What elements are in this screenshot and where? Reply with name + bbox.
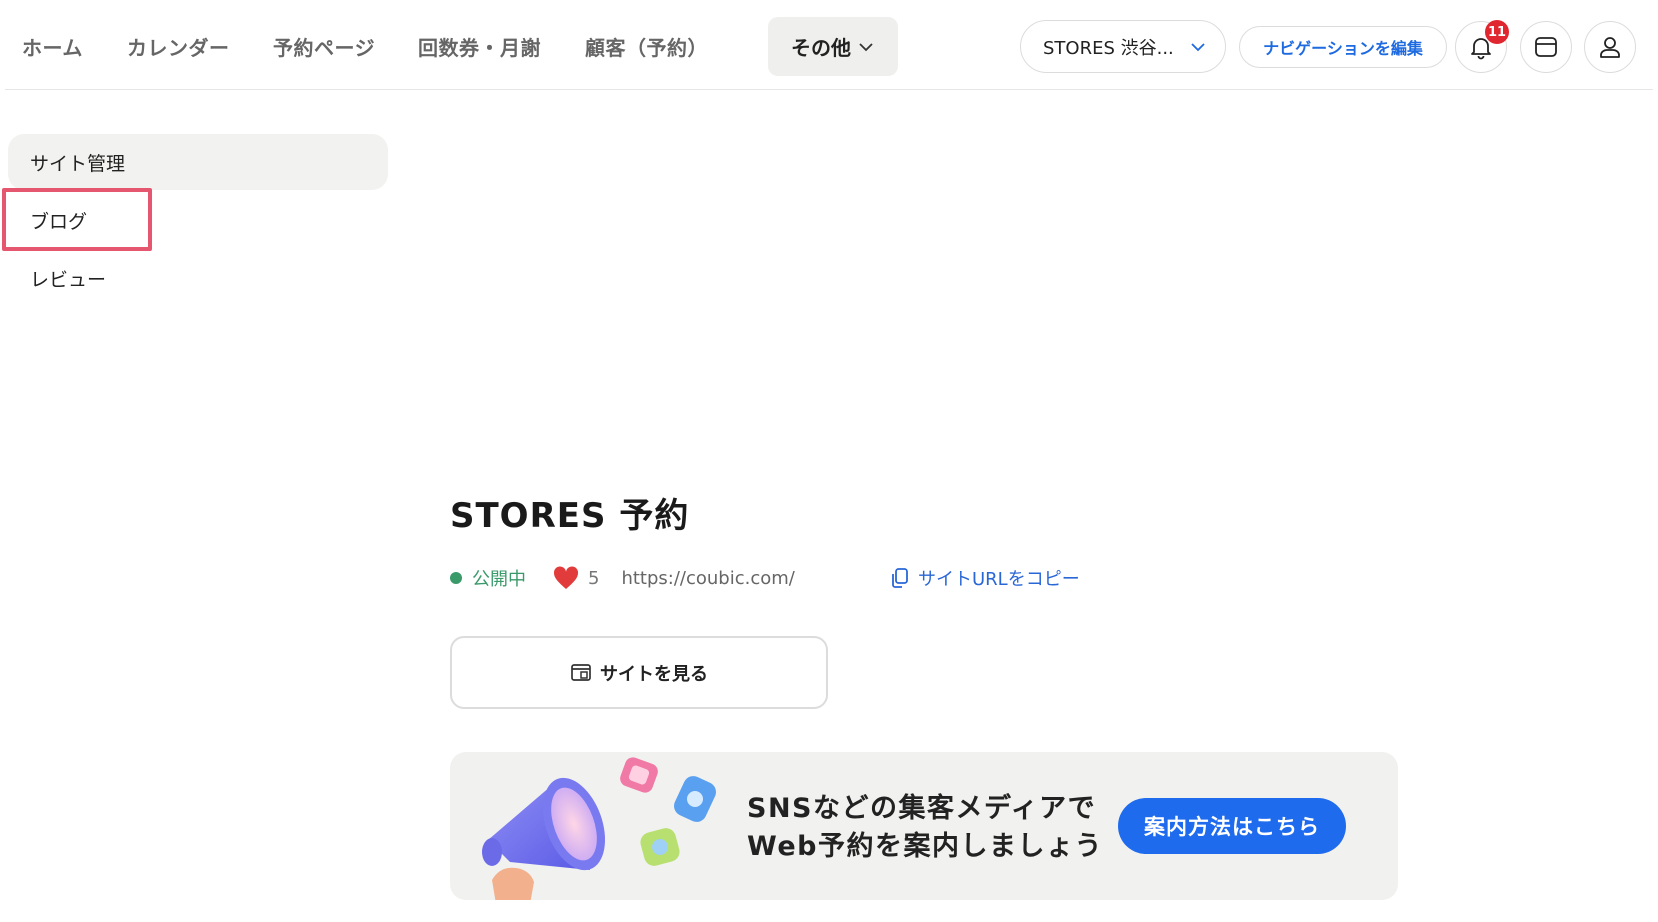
top-navigation: ホーム カレンダー 予約ページ 回数券・月謝 顧客（予約） その他 STORES…: [5, 0, 1653, 90]
sidebar-item-blog[interactable]: ブログ: [8, 192, 388, 248]
edit-navigation-button[interactable]: ナビゲーションを編集: [1239, 26, 1447, 68]
copy-site-url-button[interactable]: サイトURLをコピー: [890, 563, 1080, 593]
nav-item-tickets[interactable]: 回数券・月謝: [418, 32, 541, 61]
notifications-button[interactable]: 11: [1455, 20, 1509, 73]
like-count: 5: [588, 567, 600, 589]
banner-line-1: SNSなどの集客メディアで: [747, 793, 1097, 824]
sidebar-item-label: ブログ: [30, 210, 88, 233]
status-dot-icon: [450, 572, 462, 584]
nav-item-calendar[interactable]: カレンダー: [127, 32, 230, 61]
banner-line-2: Web予約を案内しましょう: [747, 831, 1103, 862]
user-icon: [1600, 37, 1620, 58]
site-url: https://coubic.com/: [621, 567, 795, 589]
sidebar-item-label: サイト管理: [30, 152, 126, 175]
view-site-label: サイトを見る: [600, 663, 708, 685]
browser-window-icon: [1535, 37, 1557, 57]
sidebar-item-reviews[interactable]: レビュー: [8, 250, 388, 306]
copy-site-url-label: サイトURLをコピー: [918, 569, 1080, 590]
account-button[interactable]: [1584, 21, 1636, 73]
nav-more-dropdown[interactable]: その他: [768, 17, 898, 76]
nav-more-label: その他: [791, 36, 851, 60]
sidebar-item-label: レビュー: [30, 268, 107, 291]
site-title: STORES 予約: [450, 496, 690, 536]
nav-item-reservation-page[interactable]: 予約ページ: [273, 32, 375, 61]
heart-icon: [553, 566, 579, 589]
site-window-icon: [571, 663, 591, 681]
banner-cta-button[interactable]: 案内方法はこちら: [1118, 798, 1346, 854]
nav-item-home[interactable]: ホーム: [22, 32, 83, 61]
chevron-down-icon: [1191, 42, 1205, 51]
storefront-button[interactable]: [1520, 21, 1572, 73]
store-selector[interactable]: STORES 渋谷...: [1020, 20, 1226, 73]
chevron-down-icon: [859, 42, 873, 51]
store-name: STORES 渋谷...: [1043, 37, 1174, 59]
promo-banner: SNSなどの集客メディアで Web予約を案内しましょう 案内方法はこちら: [450, 752, 1398, 900]
banner-message: SNSなどの集客メディアで Web予約を案内しましょう: [747, 790, 1103, 866]
notification-badge: 11: [1485, 20, 1509, 44]
nav-item-customers[interactable]: 顧客（予約）: [585, 32, 708, 61]
view-site-button[interactable]: サイトを見る: [450, 636, 828, 709]
sidebar-item-site-management[interactable]: サイト管理: [8, 134, 388, 190]
megaphone-illustration: [482, 757, 716, 900]
copy-icon: [892, 568, 908, 588]
status-badge: 公開中: [472, 569, 526, 590]
